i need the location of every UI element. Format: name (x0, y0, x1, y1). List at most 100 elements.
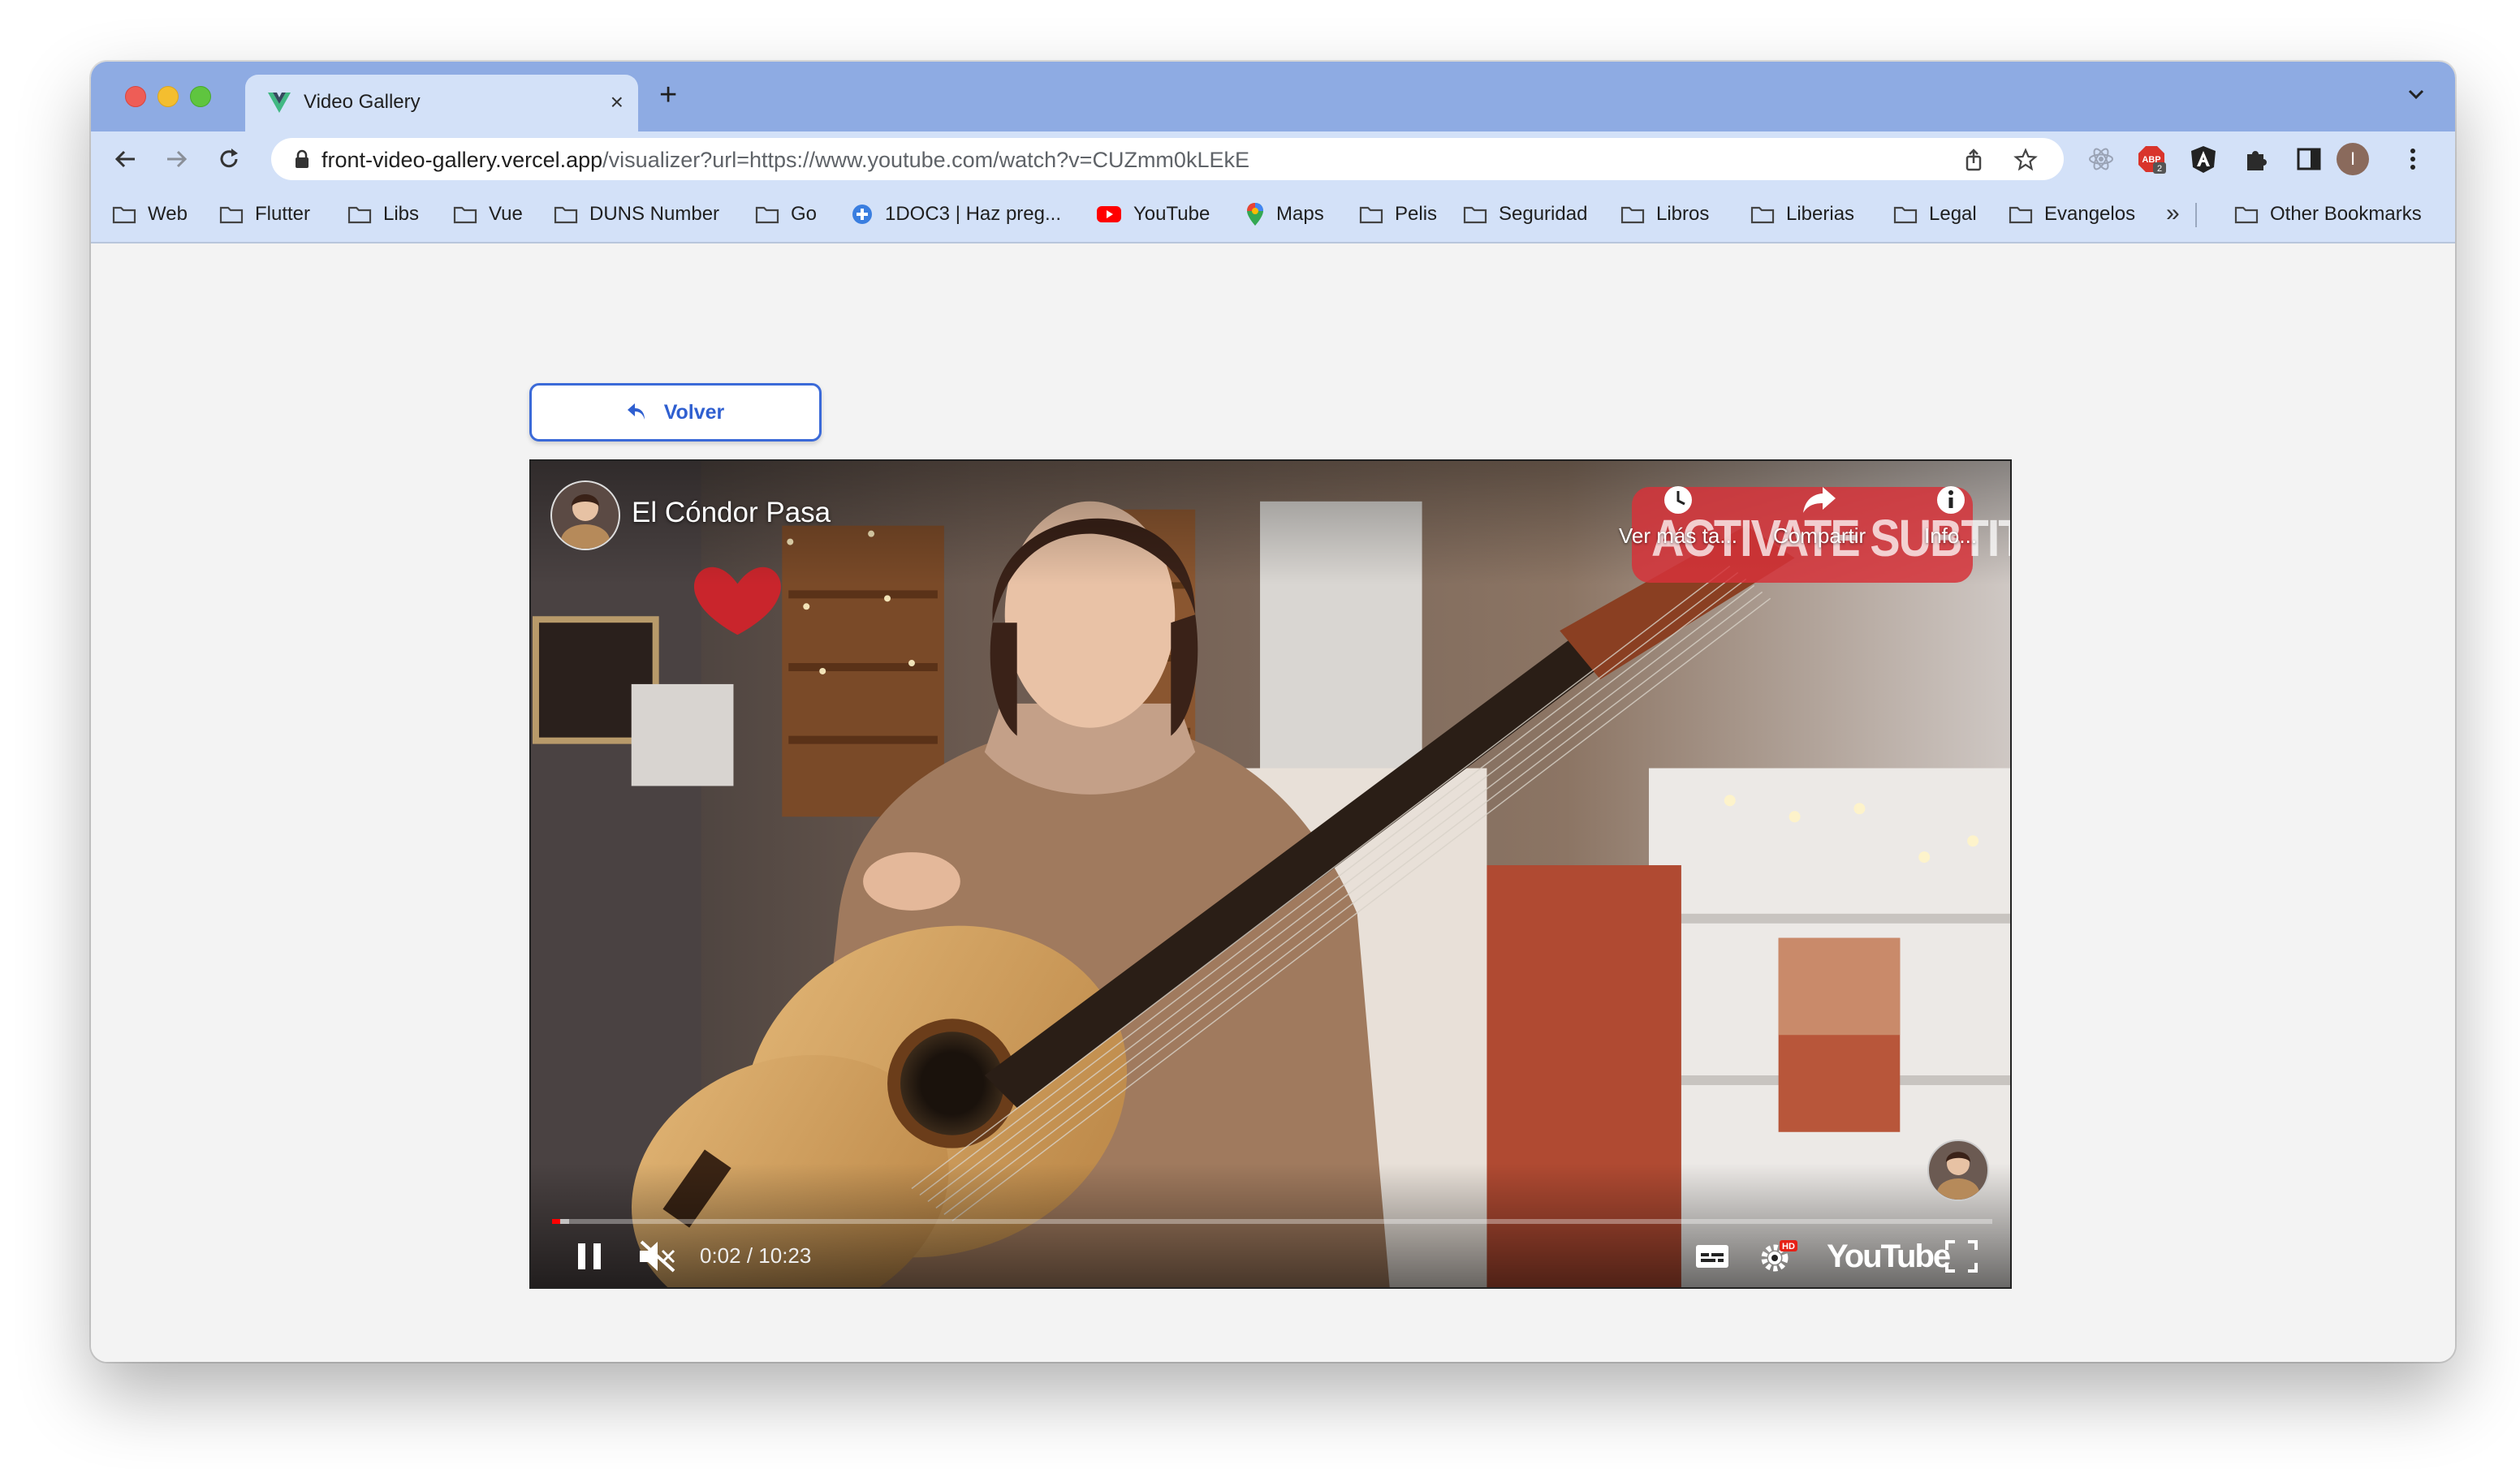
react-devtools-icon[interactable] (2086, 144, 2116, 174)
subtitles-icon[interactable] (1694, 1239, 1731, 1274)
tab-strip: Video Gallery × + (91, 62, 2455, 131)
svg-text:HD: HD (1782, 1242, 1795, 1251)
vue-logo-icon (268, 93, 291, 113)
kebab-menu-icon[interactable] (2398, 144, 2427, 174)
folder-icon (453, 206, 477, 224)
fullscreen-icon[interactable] (1944, 1239, 1979, 1274)
bookmark-label: Web (148, 203, 188, 225)
share-label: Compartir (1773, 523, 1866, 548)
bookmark-go[interactable]: Go (755, 201, 817, 227)
adblock-icon[interactable]: ABP 2 (2137, 144, 2166, 174)
share-icon[interactable] (1961, 148, 1986, 172)
channel-avatar[interactable] (550, 480, 620, 550)
progress-bar[interactable] (552, 1219, 1992, 1224)
bookmark-label: Liberias (1786, 203, 1855, 225)
bookmark-label: Maps (1276, 203, 1324, 225)
channel-watermark-image (1937, 1152, 1979, 1200)
folder-icon (347, 206, 372, 224)
folder-icon (1893, 206, 1918, 224)
bookmark-flutter[interactable]: Flutter (219, 201, 310, 227)
angular-devtools-icon[interactable] (2189, 144, 2218, 174)
browser-window: Video Gallery × + front-video-gallery.ve… (91, 62, 2455, 1362)
folder-icon (1359, 206, 1383, 224)
bookmark-web[interactable]: Web (112, 201, 188, 227)
bookmark-label: DUNS Number (589, 203, 720, 225)
extensions-puzzle-icon[interactable] (2242, 144, 2272, 174)
bookmark-duns-number[interactable]: DUNS Number (554, 201, 719, 227)
bookmark-youtube[interactable]: YouTube (1096, 201, 1210, 227)
bookmark-label: Legal (1929, 203, 1977, 225)
bookmark-1doc3-haz-preg[interactable]: 1DOC3 | Haz preg... (851, 201, 1061, 227)
bookmarks-bar: Web Flutter Libs Vue DUNS Number Go 1DOC3 | Ha… (91, 187, 2455, 243)
chevron-down-icon[interactable] (2405, 83, 2427, 106)
bookmark-maps[interactable]: Maps (1245, 201, 1324, 227)
watch-later-button[interactable]: Ver más ta... (1619, 484, 1737, 549)
back-arrow-icon[interactable] (112, 146, 138, 172)
profile-avatar[interactable]: I (2337, 143, 2369, 175)
bookmark-label: Other Bookmarks (2270, 203, 2422, 225)
bookmark-legal[interactable]: Legal (1893, 201, 1977, 227)
folder-icon (755, 206, 779, 224)
folder-icon (219, 206, 244, 224)
page-content: Volver El Cóndor Pasa ACTIVATE SUBTI Ver… (91, 243, 2455, 1362)
pause-icon[interactable] (572, 1239, 607, 1274)
video-title[interactable]: El Cóndor Pasa (632, 497, 831, 529)
reload-icon[interactable] (216, 146, 242, 172)
address-bar[interactable]: front-video-gallery.vercel.app/visualize… (271, 138, 2064, 180)
side-panel-icon[interactable] (2294, 144, 2324, 174)
youtube-logo[interactable]: YouTube (1827, 1239, 1951, 1275)
bookmark-pelis[interactable]: Pelis (1359, 201, 1437, 227)
info-icon (1936, 486, 1965, 514)
bookmark-label: Libs (383, 203, 420, 225)
folder-icon (2234, 206, 2259, 224)
bookmark-label: Evangelos (2044, 203, 2136, 225)
video-frame (531, 461, 2010, 1287)
svg-text:2: 2 (2157, 164, 2162, 174)
tab-title: Video Gallery (304, 91, 421, 113)
bookmark-libros[interactable]: Libros (1620, 201, 1709, 227)
plus-circle-icon (852, 205, 872, 224)
channel-watermark[interactable] (1927, 1139, 1989, 1201)
tab-video-gallery[interactable]: Video Gallery × (245, 75, 638, 131)
bookmark-seguridad[interactable]: Seguridad (1463, 201, 1587, 227)
bookmarks-overflow-button[interactable]: » (2166, 200, 2180, 227)
settings-gear-icon[interactable]: HD (1758, 1239, 1799, 1274)
bookmark-liberias[interactable]: Liberias (1750, 201, 1854, 227)
minimize-window-button[interactable] (158, 86, 179, 107)
bookmark-libs[interactable]: Libs (347, 201, 419, 227)
folder-icon (2009, 206, 2033, 224)
video-player[interactable]: El Cóndor Pasa ACTIVATE SUBTITLES Ver má… (529, 459, 2012, 1289)
maximize-window-button[interactable] (190, 86, 211, 107)
tab-close-icon[interactable]: × (611, 91, 624, 114)
folder-icon (1463, 206, 1487, 224)
bookmark-evangelos[interactable]: Evangelos (2009, 201, 2135, 227)
new-tab-button[interactable]: + (659, 80, 677, 110)
close-window-button[interactable] (125, 86, 146, 107)
bookmark-star-icon[interactable] (2013, 148, 2038, 172)
maps-pin-icon (1247, 203, 1263, 226)
share-button[interactable]: Compartir (1773, 484, 1866, 549)
info-button[interactable]: Info... (1924, 484, 1977, 549)
bookmark-other[interactable]: Other Bookmarks (2234, 201, 2422, 227)
folder-icon (1750, 206, 1775, 224)
bookmark-vue[interactable]: Vue (453, 201, 523, 227)
folder-icon (112, 206, 136, 224)
bookmark-label: Flutter (255, 203, 311, 225)
browser-toolbar: front-video-gallery.vercel.app/visualize… (91, 131, 2455, 187)
folder-icon (554, 206, 578, 224)
bookmark-label: Vue (489, 203, 523, 225)
bookmark-label: Seguridad (1499, 203, 1588, 225)
bookmarks-separator (2195, 203, 2197, 227)
volver-label: Volver (663, 400, 725, 424)
volver-button[interactable]: Volver (529, 383, 822, 442)
muted-volume-icon[interactable] (636, 1239, 677, 1274)
lock-icon[interactable] (294, 149, 310, 169)
clock-icon (1663, 486, 1692, 514)
url-text[interactable]: front-video-gallery.vercel.app/visualize… (321, 148, 1249, 173)
bookmark-label: YouTube (1133, 203, 1210, 225)
info-label: Info... (1924, 523, 1978, 548)
bookmark-label: 1DOC3 | Haz preg... (885, 203, 1061, 225)
forward-arrow-icon[interactable] (164, 146, 190, 172)
share-arrow-icon (1803, 487, 1836, 513)
folder-icon (1620, 206, 1645, 224)
